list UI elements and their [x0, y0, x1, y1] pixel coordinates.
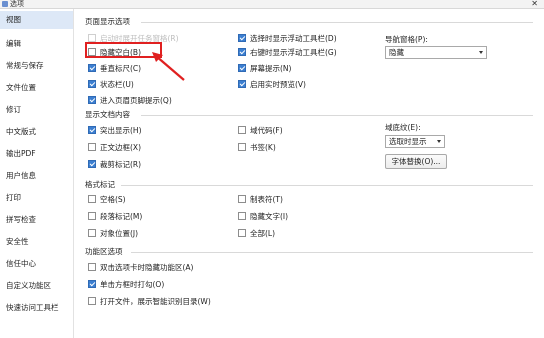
- group-divider: [131, 252, 533, 253]
- text-border-checkbox[interactable]: 正文边框(X): [88, 142, 141, 153]
- ribbon-options-group-title: 功能区选项: [85, 247, 123, 256]
- bookmarks-checkbox[interactable]: 书签(K): [238, 142, 276, 153]
- doc-content-group-title: 显示文档内容: [85, 110, 130, 119]
- checkbox-icon: [88, 263, 96, 271]
- paragraph-marks-checkbox[interactable]: 段落标记(M): [88, 211, 142, 222]
- live-preview-checkbox[interactable]: 启用实时预览(V): [238, 79, 306, 90]
- checkbox-icon: [238, 126, 246, 134]
- window-title: 选项: [10, 0, 24, 8]
- sidebar-item-print[interactable]: 打印: [0, 189, 73, 207]
- field-codes-checkbox[interactable]: 域代码(F): [238, 125, 283, 136]
- sidebar-item-file-location[interactable]: 文件位置: [0, 79, 73, 97]
- header-footer-hint-checkbox[interactable]: 进入页眉页脚提示(Q): [88, 95, 172, 106]
- nav-pane-label: 导航窗格(P):: [385, 35, 428, 44]
- float-toolbar-select-checkbox[interactable]: 选择时显示浮动工具栏(D): [238, 33, 337, 44]
- chevron-down-icon: [437, 140, 441, 143]
- object-anchors-checkbox[interactable]: 对象位置(J): [88, 228, 138, 239]
- checkbox-icon: [88, 143, 96, 151]
- sidebar-item-customize-ribbon[interactable]: 自定义功能区: [0, 277, 73, 295]
- vertical-ruler-checkbox[interactable]: 垂直标尺(C): [88, 63, 141, 74]
- checkbox-icon: [88, 195, 96, 203]
- group-divider: [141, 115, 533, 116]
- checkbox-checked-icon: [88, 80, 96, 88]
- checkbox-checked-icon: [238, 34, 246, 42]
- highlight-checkbox[interactable]: 突出显示(H): [88, 125, 142, 136]
- checkbox-checked-icon: [238, 48, 246, 56]
- checkbox-icon: [88, 229, 96, 237]
- all-marks-checkbox[interactable]: 全部(L): [238, 228, 275, 239]
- checkbox-icon: [88, 212, 96, 220]
- sidebar-item-general[interactable]: 常规与保存: [0, 57, 73, 75]
- tabs-checkbox[interactable]: 制表符(T): [238, 194, 283, 205]
- status-bar-checkbox[interactable]: 状态栏(U): [88, 79, 134, 90]
- checkbox-checked-icon: [88, 96, 96, 104]
- checkbox-icon: [88, 297, 96, 305]
- checkbox-icon: [238, 229, 246, 237]
- dblclick-hide-ribbon-checkbox[interactable]: 双击选项卡时隐藏功能区(A): [88, 262, 193, 273]
- smart-toc-checkbox[interactable]: 打开文件，展示智能识别目录(W): [88, 296, 211, 307]
- sidebar-item-chinese-layout[interactable]: 中文版式: [0, 123, 73, 141]
- sidebar-item-quick-access[interactable]: 快速访问工具栏: [0, 299, 73, 317]
- sidebar-item-revision[interactable]: 修订: [0, 101, 73, 119]
- checkbox-icon: [238, 143, 246, 151]
- sidebar-item-spellcheck[interactable]: 拼写检查: [0, 211, 73, 229]
- group-divider: [141, 22, 533, 23]
- group-divider: [121, 185, 533, 186]
- page-display-group-title: 页面显示选项: [85, 17, 130, 26]
- checkbox-checked-icon: [88, 126, 96, 134]
- checkbox-icon: [88, 34, 96, 42]
- checkbox-checked-icon: [238, 80, 246, 88]
- sidebar: 视图 编辑 常规与保存 文件位置 修订 中文版式 输出PDF 用户信息 打印 拼…: [0, 9, 74, 338]
- checkbox-checked-icon: [88, 64, 96, 72]
- float-toolbar-rightclick-checkbox[interactable]: 右键时显示浮动工具栏(G): [238, 47, 337, 58]
- checkbox-checked-icon: [88, 160, 96, 168]
- title-bar: 选项 ✕: [0, 0, 544, 9]
- sidebar-item-view[interactable]: 视图: [0, 11, 73, 29]
- close-icon[interactable]: ✕: [531, 0, 538, 8]
- checkbox-icon: [238, 212, 246, 220]
- options-panel: 页面显示选项 启动时展开任务窗格(R) 隐藏空白(B) 垂直标尺(C) 状态栏(…: [75, 9, 540, 338]
- chevron-down-icon: [479, 51, 483, 54]
- sidebar-item-user-info[interactable]: 用户信息: [0, 167, 73, 185]
- checkbox-checked-icon: [88, 280, 96, 288]
- click-box-check-checkbox[interactable]: 单击方框时打勾(O): [88, 279, 164, 290]
- spaces-checkbox[interactable]: 空格(S): [88, 194, 126, 205]
- app-icon: [2, 1, 8, 7]
- format-marks-group-title: 格式标记: [85, 180, 115, 189]
- crop-marks-checkbox[interactable]: 裁剪标记(R): [88, 159, 141, 170]
- field-shading-select[interactable]: 选取时显示: [385, 135, 445, 148]
- sidebar-item-edit[interactable]: 编辑: [0, 35, 73, 53]
- annotation-arrow-icon: [152, 52, 185, 81]
- hidden-text-checkbox[interactable]: 隐藏文字(I): [238, 211, 288, 222]
- checkbox-icon: [238, 195, 246, 203]
- sidebar-item-security[interactable]: 安全性: [0, 233, 73, 251]
- sidebar-item-trust-center[interactable]: 信任中心: [0, 255, 73, 273]
- checkbox-checked-icon: [238, 64, 246, 72]
- screen-tips-checkbox[interactable]: 屏幕提示(N): [238, 63, 291, 74]
- font-replace-button[interactable]: 字体替换(O)...: [385, 154, 447, 169]
- field-shading-label: 域底纹(E):: [385, 123, 421, 132]
- nav-pane-select[interactable]: 隐藏: [385, 46, 487, 59]
- sidebar-item-export-pdf[interactable]: 输出PDF: [0, 145, 73, 163]
